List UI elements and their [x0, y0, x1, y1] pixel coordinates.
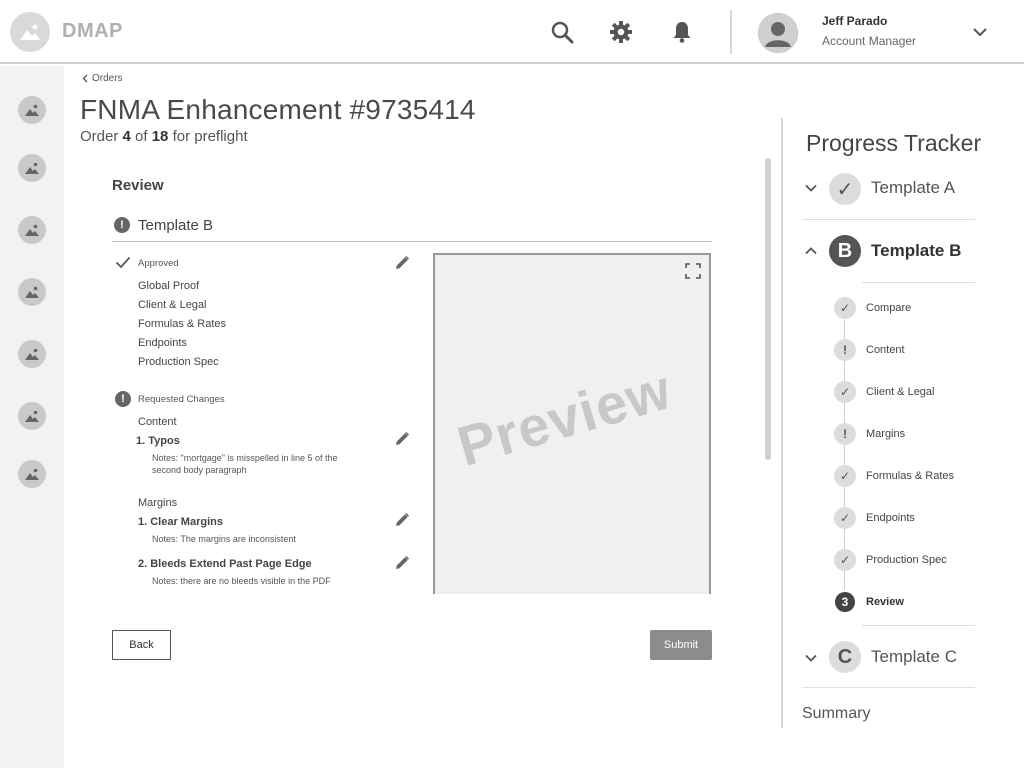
template-c-item[interactable]: Template C	[871, 647, 957, 667]
template-c-chevron-down-icon[interactable]	[803, 650, 819, 666]
content-scrollbar[interactable]	[765, 158, 771, 460]
logo-image-icon	[10, 12, 50, 52]
edit-approved-pencil-icon[interactable]	[392, 253, 412, 273]
search-icon[interactable]	[548, 18, 576, 46]
order-total: 18	[151, 128, 169, 145]
sidebar-item-1-image-icon[interactable]	[18, 96, 46, 124]
header-divider	[730, 10, 732, 54]
step-formulas-check-icon: ✓	[834, 465, 856, 487]
chevron-left-icon	[82, 74, 88, 83]
progress-panel-divider	[781, 118, 783, 728]
requested-changes-label: Requested Changes	[138, 394, 225, 405]
order-current: 4	[122, 128, 131, 145]
issue-title: 2. Bleeds Extend Past Page Edge	[138, 558, 312, 570]
step-content[interactable]: Content	[866, 344, 905, 356]
fullscreen-icon[interactable]	[685, 263, 703, 281]
step-endpoints-check-icon: ✓	[834, 507, 856, 529]
issue-title: 1. Typos	[136, 435, 180, 447]
approved-item: Endpoints	[138, 337, 187, 349]
sidebar-item-4-image-icon[interactable]	[18, 278, 46, 306]
step-compare[interactable]: Compare	[866, 302, 911, 314]
exclamation-icon: !	[114, 217, 130, 233]
document-preview[interactable]: Preview	[433, 253, 711, 594]
template-a-check-icon: ✓	[829, 173, 861, 205]
issue-note: Notes: The margins are inconsistent	[152, 534, 296, 544]
edit-bleeds-pencil-icon[interactable]	[392, 553, 412, 573]
check-icon	[115, 256, 131, 269]
step-compare-check-icon: ✓	[834, 297, 856, 319]
edit-clear-margins-pencil-icon[interactable]	[392, 510, 412, 530]
separator	[862, 282, 975, 283]
template-b-item[interactable]: Template B	[871, 241, 961, 261]
separator	[803, 219, 975, 220]
step-production-spec[interactable]: Production Spec	[866, 554, 947, 566]
page-subtitle: Order 4 of 18 for preflight	[80, 128, 248, 145]
template-a-item[interactable]: Template A	[871, 178, 955, 198]
step-formulas-rates[interactable]: Formulas & Rates	[866, 470, 954, 482]
step-endpoints[interactable]: Endpoints	[866, 512, 915, 524]
breadcrumb[interactable]: Orders	[82, 73, 123, 84]
sidebar-item-7-image-icon[interactable]	[18, 460, 46, 488]
step-content-exclamation-icon: !	[834, 339, 856, 361]
step-client-legal[interactable]: Client & Legal	[866, 386, 935, 398]
left-sidebar	[0, 66, 64, 768]
review-heading: Review	[112, 177, 164, 194]
submit-button[interactable]: Submit	[650, 630, 712, 660]
user-role: Account Manager	[822, 34, 917, 48]
summary-link[interactable]: Summary	[802, 705, 870, 723]
preview-watermark: Preview	[450, 357, 679, 478]
step-margins[interactable]: Margins	[866, 428, 905, 440]
approved-label: Approved	[138, 258, 179, 269]
breadcrumb-orders[interactable]: Orders	[92, 73, 123, 84]
issue-note: Notes: "mortgage" is misspelled in line …	[152, 453, 338, 475]
template-b-chevron-up-icon[interactable]	[803, 243, 819, 259]
step-review[interactable]: Review	[866, 596, 904, 608]
approved-item: Client & Legal	[138, 299, 207, 311]
subtitle-suffix: for preflight	[168, 128, 248, 145]
approved-item: Global Proof	[138, 280, 200, 292]
exclamation-icon: !	[115, 391, 131, 407]
change-group-name: Content	[138, 416, 177, 428]
step-margins-exclamation-icon: !	[834, 423, 856, 445]
top-header: DMAP Jeff Parado Account Manager	[0, 0, 1024, 64]
chevron-down-icon[interactable]	[968, 20, 992, 44]
back-button[interactable]: Back	[112, 630, 171, 660]
step-review-number-badge: 3	[835, 592, 855, 612]
step-client-legal-check-icon: ✓	[834, 381, 856, 403]
sidebar-item-6-image-icon[interactable]	[18, 402, 46, 430]
subtitle-prefix: Order	[80, 128, 123, 145]
sidebar-item-3-image-icon[interactable]	[18, 216, 46, 244]
avatar[interactable]	[758, 13, 798, 53]
edit-typos-pencil-icon[interactable]	[392, 429, 412, 449]
template-heading: ! Template B	[112, 215, 712, 242]
page-title: FNMA Enhancement #9735414	[80, 94, 476, 125]
bell-icon[interactable]	[668, 18, 696, 46]
template-c-badge: C	[829, 641, 861, 673]
separator	[862, 625, 975, 626]
template-a-chevron-down-icon[interactable]	[803, 180, 819, 196]
issue-title: 1. Clear Margins	[138, 516, 223, 528]
gear-icon[interactable]	[607, 18, 635, 46]
approved-item: Formulas & Rates	[138, 318, 227, 330]
step-production-spec-check-icon: ✓	[834, 549, 856, 571]
issue-note: Notes: there are no bleeds visible in th…	[152, 576, 331, 586]
approved-item: Production Spec	[138, 356, 219, 368]
progress-tracker-title: Progress Tracker	[806, 130, 982, 156]
separator	[803, 687, 975, 688]
brand-name: DMAP	[62, 20, 123, 42]
sidebar-item-2-image-icon[interactable]	[18, 154, 46, 182]
subtitle-middle: of	[130, 128, 152, 145]
sidebar-item-5-image-icon[interactable]	[18, 340, 46, 368]
template-name: Template B	[138, 217, 214, 234]
change-group-name: Margins	[138, 497, 178, 509]
user-name: Jeff Parado	[822, 14, 888, 28]
template-b-badge: B	[829, 235, 861, 267]
